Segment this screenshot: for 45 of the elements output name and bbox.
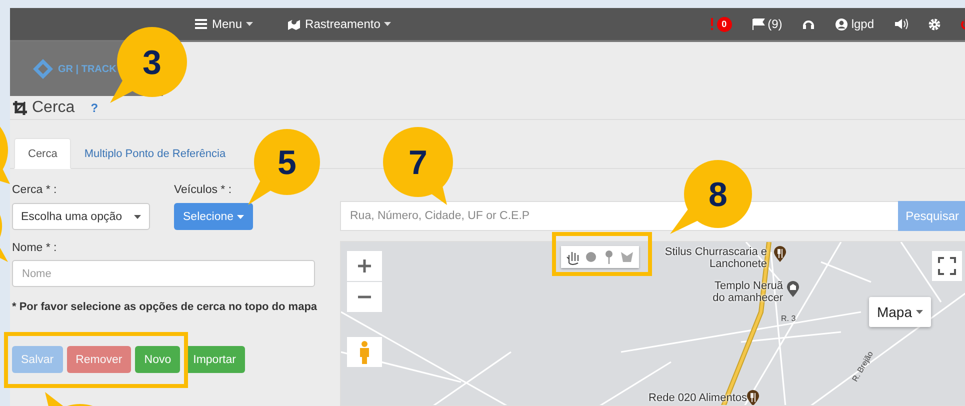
caret-icon bbox=[384, 22, 392, 26]
map-icon bbox=[287, 18, 302, 30]
settings-icon[interactable] bbox=[928, 18, 941, 30]
action-button[interactable]: Novo bbox=[135, 346, 180, 373]
field-label: Nome * : bbox=[12, 242, 58, 254]
user-name: lgpd bbox=[851, 17, 874, 31]
search-button[interactable]: Pesquisar bbox=[898, 201, 965, 231]
nav-menu[interactable]: Rastreamento bbox=[277, 17, 402, 31]
caret-icon bbox=[236, 214, 244, 218]
hand-icon[interactable] bbox=[565, 249, 581, 265]
name-input[interactable]: Nome bbox=[12, 260, 315, 287]
caret-icon bbox=[916, 310, 924, 314]
caret-icon bbox=[246, 22, 254, 26]
vehicles-dropdown-button[interactable]: Selecione bbox=[174, 203, 253, 230]
hamburger-icon bbox=[194, 18, 208, 30]
crop-icon bbox=[12, 100, 28, 116]
help-link[interactable]: ? bbox=[90, 100, 98, 114]
street-label: R. 3 bbox=[781, 314, 796, 323]
temple-pin-icon bbox=[786, 280, 800, 298]
zoom-in-button[interactable] bbox=[347, 251, 382, 281]
nav-menu[interactable]: Menu bbox=[184, 17, 264, 31]
restaurant-pin-icon bbox=[773, 245, 787, 263]
restaurant-pin-icon bbox=[746, 389, 760, 405]
callout-marker bbox=[0, 214, 8, 262]
zoom-out-button[interactable] bbox=[347, 282, 382, 312]
hint-text: * Por favor selecione as opções de cerca no topo do mapa bbox=[12, 301, 318, 313]
field-label: Cerca * : bbox=[12, 184, 58, 196]
fullscreen-button[interactable] bbox=[932, 251, 962, 281]
notification-badge: 0 bbox=[716, 16, 732, 32]
flag-count: (9) bbox=[768, 17, 782, 31]
user-icon[interactable] bbox=[835, 18, 848, 30]
caret-icon bbox=[134, 214, 141, 218]
map-type-dropdown[interactable]: Mapa bbox=[869, 297, 931, 327]
speaker-icon[interactable] bbox=[894, 18, 908, 30]
tab[interactable]: Multiplo Ponto de Referência bbox=[71, 138, 239, 169]
tab[interactable]: Cerca bbox=[14, 138, 72, 169]
fence-select[interactable]: Escolha uma opção bbox=[12, 203, 150, 230]
callout-marker bbox=[45, 392, 93, 406]
page-title: Cerca bbox=[32, 98, 75, 116]
field-label: Veículos * : bbox=[174, 184, 233, 196]
headset-icon[interactable] bbox=[802, 18, 816, 30]
callout-marker bbox=[0, 126, 10, 184]
flag-icon[interactable] bbox=[752, 18, 765, 30]
logo-icon bbox=[32, 58, 54, 80]
logo-text: GR | TRACK bbox=[58, 64, 116, 74]
